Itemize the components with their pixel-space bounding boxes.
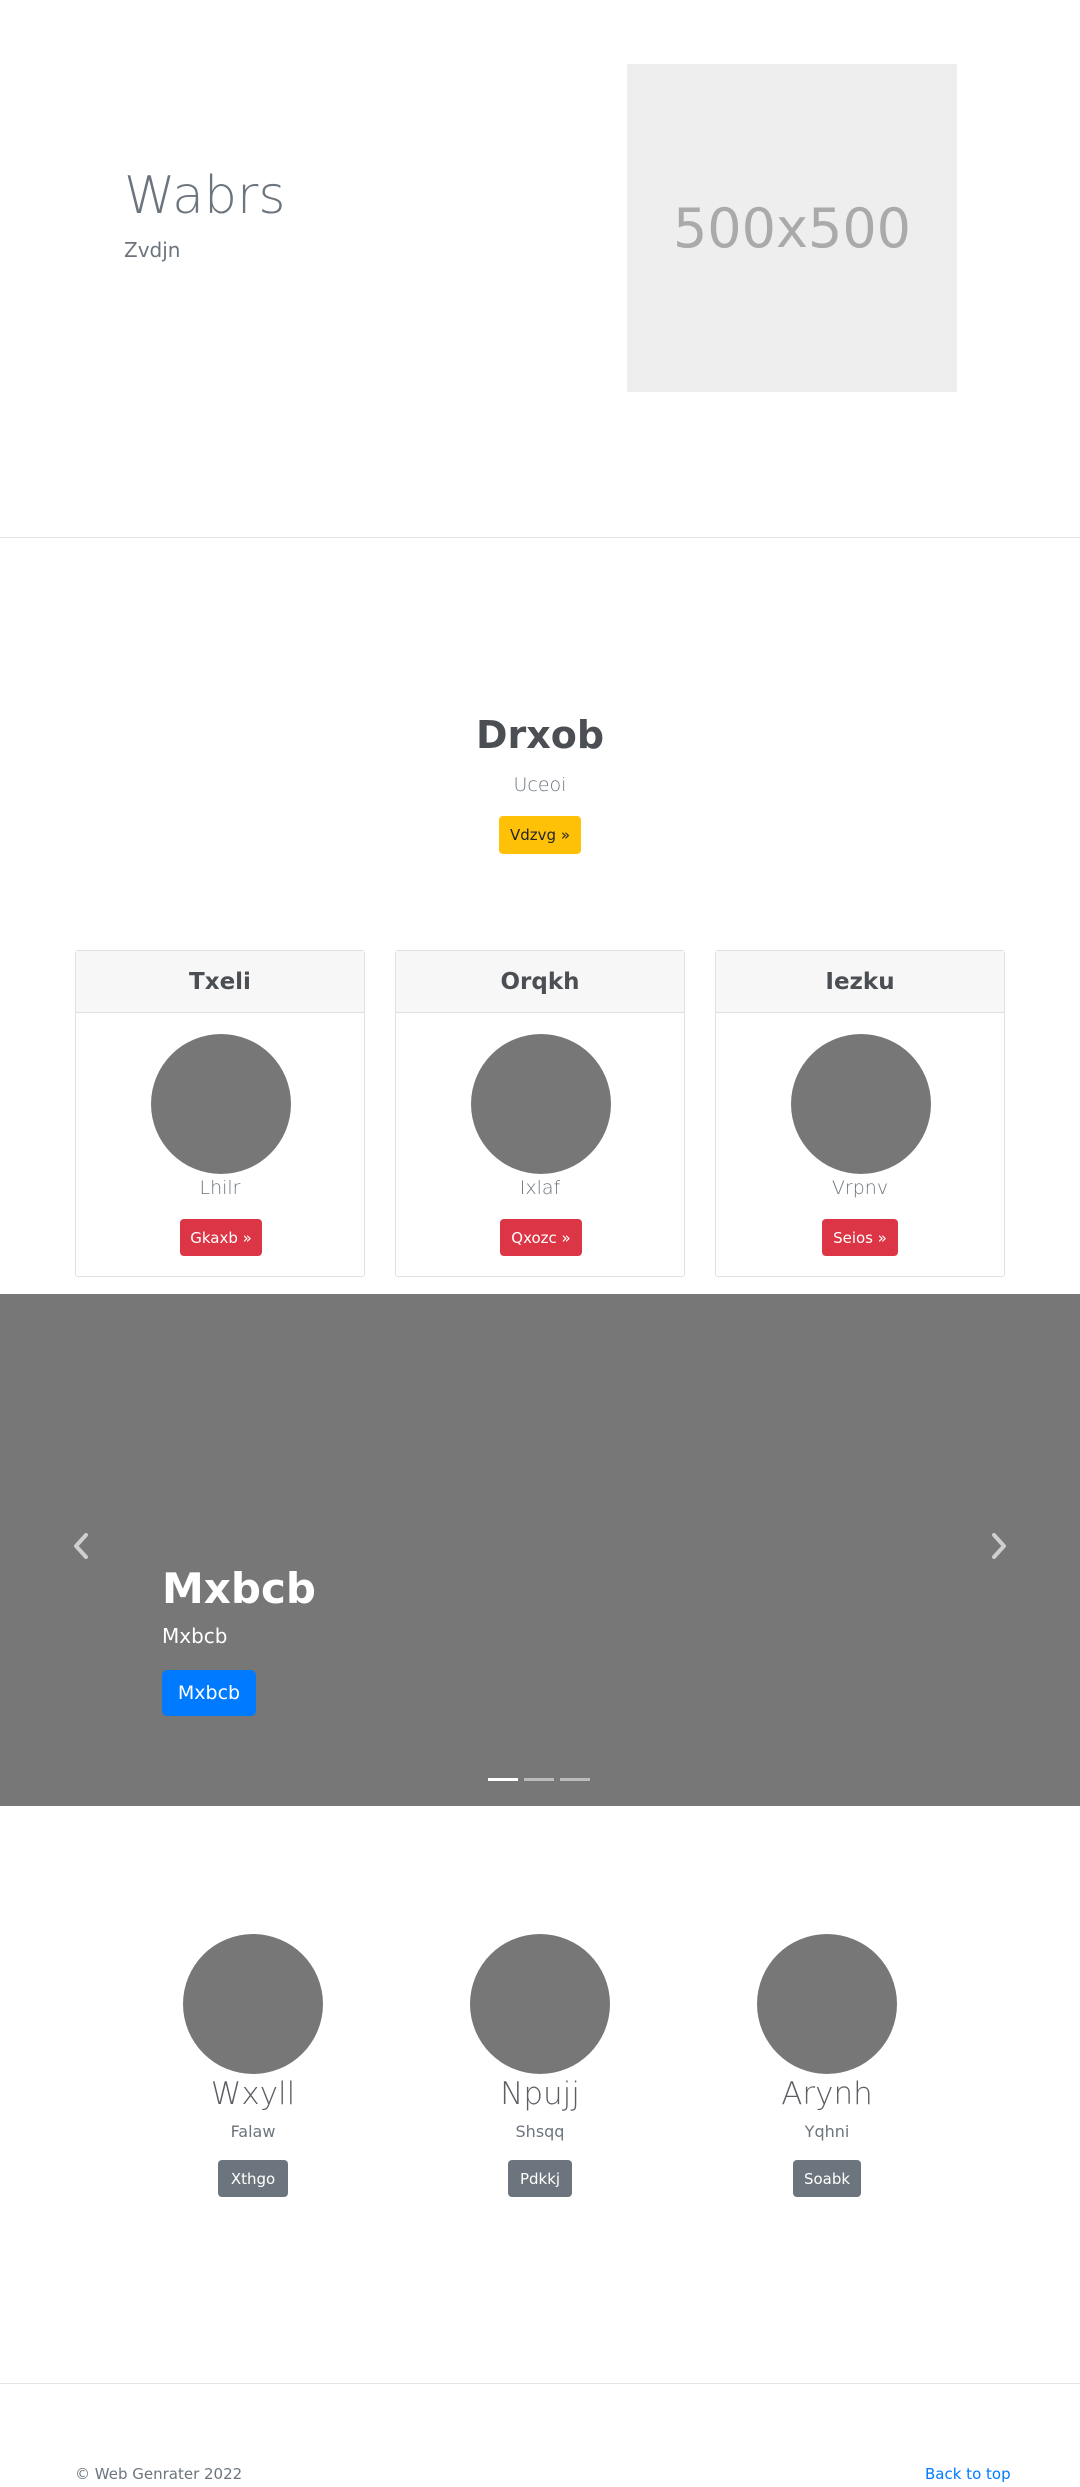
intro-subtitle: Uceoi [513,774,567,796]
team-role: Shsqq [515,2122,565,2141]
carousel-title: Mxbcb [162,1564,316,1613]
team-avatar [757,1934,897,2074]
chevron-right-icon[interactable] [984,1526,1014,1566]
card-button[interactable]: Gkaxb » [180,1219,262,1256]
hero-image-label: 500x500 [672,196,912,260]
card-text: Lhilr [199,1177,241,1199]
hero-title: Wabrs [124,166,286,226]
team-role: Yqhni [804,2122,850,2141]
carousel-indicator[interactable] [524,1778,554,1781]
team-button[interactable]: Xthgo [218,2160,288,2197]
card-text: Ixlaf [519,1177,561,1199]
back-to-top-link[interactable]: Back to top [925,2465,1011,2483]
card: Orqkh Ixlaf Qxozc » [395,950,685,1277]
team-avatar [470,1934,610,2074]
card: Txeli Lhilr Gkaxb » [75,950,365,1277]
carousel-subtitle: Mxbcb [162,1624,228,1648]
carousel-indicator[interactable] [560,1778,590,1781]
carousel: Mxbcb Mxbcb Mxbcb [0,1294,1080,1806]
team-name: Npujj [500,2076,580,2112]
card-image-placeholder [151,1034,291,1174]
team-button[interactable]: Soabk [793,2160,861,2197]
team-button[interactable]: Pdkkj [508,2160,572,2197]
intro-button[interactable]: Vdzvg » [499,816,581,854]
card-header: Orqkh [396,951,684,1013]
chevron-left-icon[interactable] [66,1526,96,1566]
card-header: Iezku [716,951,1004,1013]
team-name: Wxyll [210,2076,296,2112]
team-avatar [183,1934,323,2074]
carousel-button[interactable]: Mxbcb [162,1670,256,1716]
card-text: Vrpnv [831,1177,889,1199]
card-header: Txeli [76,951,364,1013]
section-divider [0,537,1080,538]
carousel-indicator[interactable] [488,1778,518,1781]
card-image-placeholder [471,1034,611,1174]
footer-copyright: © Web Genrater 2022 [75,2465,243,2483]
card-image-placeholder [791,1034,931,1174]
card: Iezku Vrpnv Seios » [715,950,1005,1277]
footer-divider [0,2383,1080,2384]
card-button[interactable]: Qxozc » [500,1219,582,1256]
team-role: Falaw [230,2122,276,2141]
hero-subtitle: Zvdjn [124,238,181,262]
hero-image-placeholder: 500x500 [627,64,957,392]
card-button[interactable]: Seios » [822,1219,898,1256]
team-name: Arynh [781,2076,873,2112]
intro-title: Drxob [475,713,605,757]
